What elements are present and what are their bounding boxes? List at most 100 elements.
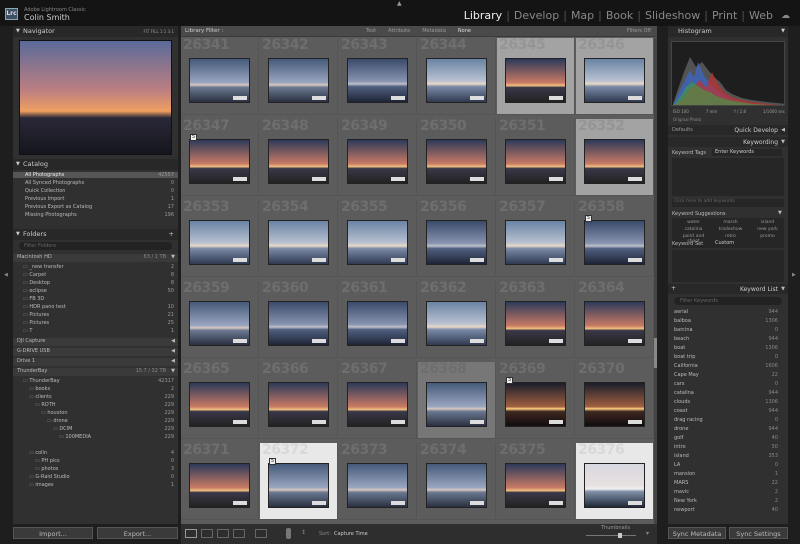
navigator-preview[interactable]	[19, 40, 172, 155]
folder-item[interactable]: ▭ houston 229	[13, 410, 178, 416]
grid-cell[interactable]: 26342	[260, 37, 338, 115]
folder-item[interactable]: ▭ FB 3D	[13, 296, 178, 302]
folder-item[interactable]: ▭ Desktop 8	[13, 280, 178, 286]
photo-thumbnail[interactable]	[584, 463, 645, 508]
photo-thumbnail[interactable]	[426, 220, 487, 265]
keyword-item[interactable]: drone 944	[668, 426, 788, 432]
keyword-list-header[interactable]: + Keyword List ▼	[668, 284, 788, 294]
folders-header[interactable]: ▼ Folders +	[13, 229, 178, 240]
grid-cell[interactable]: 26364	[576, 280, 654, 358]
volume-header[interactable]: Macintosh HD 63 / 1 TB ▼	[13, 254, 178, 262]
folder-item[interactable]: ▭ colin 4	[13, 450, 178, 456]
photo-thumbnail[interactable]	[584, 220, 645, 265]
grid-cell[interactable]: 26355	[339, 199, 417, 277]
filter-preset-dropdown[interactable]: Filters Off	[627, 28, 651, 34]
photo-thumbnail[interactable]	[426, 463, 487, 508]
grid-cell[interactable]: 26360	[260, 280, 338, 358]
folder-item[interactable]	[13, 442, 178, 448]
navigator-zoom-options[interactable]: FIT FILL 1:1 3:1	[143, 26, 174, 37]
photo-thumbnail[interactable]	[347, 301, 408, 346]
keyword-item[interactable]: New York 2	[668, 498, 788, 504]
suggestions-toggle-icon[interactable]: ▼	[778, 210, 782, 216]
folder-search-input[interactable]: Filter Folders	[19, 242, 172, 250]
keyword-item[interactable]: coast 944	[668, 408, 788, 414]
collapse-left-panel-icon[interactable]: ◀	[4, 272, 8, 278]
photo-thumbnail[interactable]	[505, 382, 566, 427]
photo-thumbnail[interactable]	[268, 58, 329, 103]
folder-item[interactable]: ▭ photos 3	[13, 466, 178, 472]
volume-header[interactable]: G-DRIVE USB ◀	[13, 348, 178, 356]
photo-thumbnail[interactable]	[584, 58, 645, 103]
photo-thumbnail[interactable]	[347, 139, 408, 184]
grid-cell[interactable]: 26358 5	[576, 199, 654, 277]
grid-cell[interactable]: 26351	[497, 118, 575, 196]
photo-thumbnail[interactable]	[189, 463, 250, 508]
photo-thumbnail[interactable]	[505, 58, 566, 103]
keyword-suggestion[interactable]: tradeshow	[713, 227, 748, 232]
collapse-top-panel-icon[interactable]: ▲	[397, 0, 402, 7]
keyword-item[interactable]: newport 40	[668, 507, 788, 513]
folder-item[interactable]: ▭ T1	[13, 328, 178, 334]
grid-cell[interactable]: 26369 3	[497, 361, 575, 439]
volume-toggle-icon[interactable]: ◀	[171, 348, 175, 354]
grid-cell[interactable]: 26374	[418, 442, 496, 520]
folder-item[interactable]: ▭ HDR pano test 10	[13, 304, 178, 310]
keyword-suggestion[interactable]: island	[750, 220, 785, 225]
grid-cell[interactable]: 26366	[260, 361, 338, 439]
grid-cell[interactable]: 26353	[181, 199, 259, 277]
filter-option-attribute[interactable]: Attribute	[388, 28, 410, 34]
grid-cell[interactable]: 26363	[497, 280, 575, 358]
keyword-item[interactable]: Cape May 22	[668, 372, 788, 378]
photo-thumbnail[interactable]	[268, 301, 329, 346]
grid-cell[interactable]: 26349	[339, 118, 417, 196]
volume-toggle-icon[interactable]: ◀	[171, 338, 175, 344]
keyword-item[interactable]: catalina 944	[668, 390, 788, 396]
catalog-item[interactable]: All Synced Photographs 0	[13, 180, 178, 186]
photo-thumbnail[interactable]	[505, 139, 566, 184]
grid-cell[interactable]: 26348	[260, 118, 338, 196]
folder-item[interactable]: ▭ drone 229	[13, 418, 178, 424]
catalog-header[interactable]: ▼ Catalog	[13, 159, 178, 170]
folder-item[interactable]: ▭ DCIM 229	[13, 426, 178, 432]
keyword-item[interactable]: aerial 944	[668, 309, 788, 315]
photo-thumbnail[interactable]	[189, 382, 250, 427]
photo-thumbnail[interactable]	[189, 139, 250, 184]
photo-thumbnail[interactable]	[584, 301, 645, 346]
module-library[interactable]: Library	[460, 9, 506, 22]
navigator-header[interactable]: ▼ Navigator FIT FILL 1:1 3:1	[13, 26, 178, 37]
filter-option-text[interactable]: Text	[366, 28, 376, 34]
keyword-filter-input[interactable]: Filter Keywords	[674, 297, 782, 305]
folder-item[interactable]: ▭ images 1	[13, 482, 178, 488]
catalog-item[interactable]: Previous Import 1	[13, 196, 178, 202]
grid-cell[interactable]: 26344	[418, 37, 496, 115]
photo-thumbnail[interactable]	[189, 220, 250, 265]
module-book[interactable]: Book	[602, 9, 637, 22]
keyword-item[interactable]: island 353	[668, 453, 788, 459]
photo-thumbnail[interactable]	[426, 301, 487, 346]
grid-cell[interactable]: 26365	[181, 361, 259, 439]
keyword-suggestion[interactable]: new york	[750, 227, 785, 232]
grid-cell[interactable]: 26375	[497, 442, 575, 520]
keyword-suggestion[interactable]: retro	[713, 234, 748, 239]
keyword-item[interactable]: mansion 1	[668, 471, 788, 477]
grid-cell[interactable]: 26352	[576, 118, 654, 196]
grid-cell[interactable]: 26362	[418, 280, 496, 358]
photo-thumbnail[interactable]	[505, 220, 566, 265]
folder-item[interactable]: ▭ ThunderBay 42317	[13, 378, 178, 384]
photo-thumbnail[interactable]	[347, 58, 408, 103]
grid-view-icon[interactable]	[185, 529, 197, 538]
photo-thumbnail[interactable]	[426, 139, 487, 184]
keyword-item[interactable]: boat trip 0	[668, 354, 788, 360]
grid-cell[interactable]: 26346	[576, 37, 654, 115]
add-keywords-input[interactable]: Click here to add keywords	[672, 199, 784, 207]
volume-header[interactable]: ThunderBay 15.7 / 32 TB ▼	[13, 368, 178, 376]
grid-cell[interactable]: 26356	[418, 199, 496, 277]
thumbnail-size-slider[interactable]	[586, 533, 636, 538]
keywording-header[interactable]: Keywording ▼	[668, 137, 788, 147]
keyword-item[interactable]: golf 40	[668, 435, 788, 441]
photo-thumbnail[interactable]	[347, 463, 408, 508]
export-button[interactable]: Export...	[97, 527, 178, 539]
photo-thumbnail[interactable]	[268, 220, 329, 265]
grid-cell[interactable]: 26371	[181, 442, 259, 520]
grid-cell[interactable]: 26373	[339, 442, 417, 520]
